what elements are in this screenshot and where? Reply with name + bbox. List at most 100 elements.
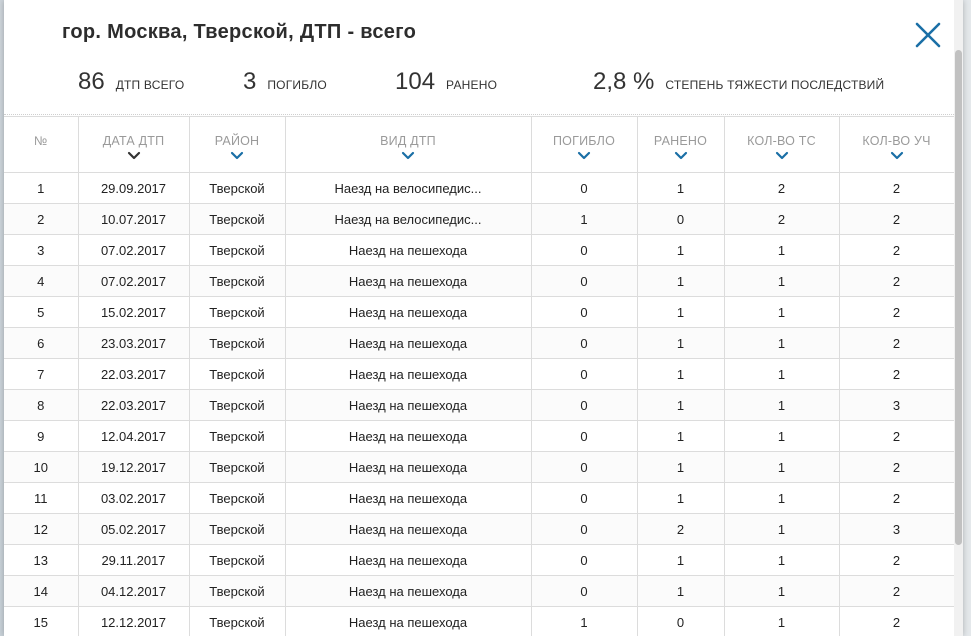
cell-injured: 1	[636, 451, 725, 483]
table-row[interactable]: 14 04.12.2017 Тверской Наезд на пешехода 0 1 1…	[4, 575, 954, 607]
cell-date: 12.12.2017	[77, 606, 190, 636]
table-row[interactable]: 6 23.03.2017 Тверской Наезд на пешехода 0 1 1 2	[4, 327, 954, 359]
column-header-number: №	[4, 116, 79, 173]
cell-vehicles: 1	[723, 544, 840, 576]
table-row[interactable]: 11 03.02.2017 Тверской Наезд на пешехода 0 1 1…	[4, 482, 954, 514]
cell-vehicles: 1	[723, 513, 840, 545]
cell-killed: 0	[530, 513, 638, 545]
table-row[interactable]: 13 29.11.2017 Тверской Наезд на пешехода 0 1 1…	[4, 544, 954, 576]
column-header-killed[interactable]: ПОГИБЛО	[530, 116, 638, 173]
column-header-label: РАЙОН	[214, 134, 260, 148]
cell-type: Наезд на пешехода	[284, 327, 532, 359]
divider	[4, 114, 954, 115]
cell-killed: 0	[530, 172, 638, 204]
cell-type: Наезд на пешехода	[284, 420, 532, 452]
column-header-label: ДАТА ДТП	[102, 134, 165, 148]
cell-district: Тверской	[188, 451, 286, 483]
cell-date: 10.07.2017	[77, 203, 190, 235]
cell-injured: 1	[636, 358, 725, 390]
cell-date: 29.09.2017	[77, 172, 190, 204]
cell-type: Наезд на пешехода	[284, 358, 532, 390]
cell-type: Наезд на пешехода	[284, 575, 532, 607]
cell-date: 07.02.2017	[77, 265, 190, 297]
chevron-down-icon[interactable]	[577, 151, 591, 160]
cell-date: 05.02.2017	[77, 513, 190, 545]
cell-injured: 1	[636, 234, 725, 266]
cell-participants: 2	[838, 234, 954, 266]
accidents-table: № ДАТА ДТП РАЙОН ВИД ДТП ПОГИБЛО РАНЕНО …	[4, 116, 954, 636]
cell-injured: 0	[636, 203, 725, 235]
column-header-injured[interactable]: РАНЕНО	[636, 116, 725, 173]
cell-vehicles: 1	[723, 606, 840, 636]
table-row[interactable]: 12 05.02.2017 Тверской Наезд на пешехода 0 2 1…	[4, 513, 954, 545]
cell-injured: 1	[636, 296, 725, 328]
column-header-district[interactable]: РАЙОН	[188, 116, 286, 173]
cell-killed: 0	[530, 389, 638, 421]
table-row[interactable]: 10 19.12.2017 Тверской Наезд на пешехода 0 1 1…	[4, 451, 954, 483]
chevron-down-icon[interactable]	[401, 151, 415, 160]
table-row[interactable]: 4 07.02.2017 Тверской Наезд на пешехода 0 1 1 2	[4, 265, 954, 297]
cell-killed: 0	[530, 234, 638, 266]
cell-vehicles: 1	[723, 389, 840, 421]
cell-vehicles: 2	[723, 203, 840, 235]
chevron-down-dark-icon[interactable]	[127, 151, 141, 160]
scrollbar-thumb[interactable]	[955, 50, 962, 545]
cell-participants: 2	[838, 203, 954, 235]
cell-number: 13	[4, 544, 79, 576]
cell-district: Тверской	[188, 327, 286, 359]
cell-injured: 2	[636, 513, 725, 545]
cell-participants: 2	[838, 420, 954, 452]
cell-number: 12	[4, 513, 79, 545]
column-header-date[interactable]: ДАТА ДТП	[77, 116, 190, 173]
cell-date: 07.02.2017	[77, 234, 190, 266]
column-header-vehicles[interactable]: КОЛ-ВО ТС	[723, 116, 840, 173]
table-row[interactable]: 5 15.02.2017 Тверской Наезд на пешехода 0 1 1 2	[4, 296, 954, 328]
table-row[interactable]: 2 10.07.2017 Тверской Наезд на велосипедис.…	[4, 203, 954, 235]
table-row[interactable]: 3 07.02.2017 Тверской Наезд на пешехода 0 1 1 2	[4, 234, 954, 266]
stat-value: 2,8 %	[593, 68, 655, 95]
cell-date: 19.12.2017	[77, 451, 190, 483]
close-x-icon	[915, 22, 941, 48]
cell-participants: 2	[838, 482, 954, 514]
column-header-label: КОЛ-ВО ТС	[747, 134, 816, 148]
table-row[interactable]: 1 29.09.2017 Тверской Наезд на велосипедис.…	[4, 172, 954, 204]
cell-killed: 0	[530, 575, 638, 607]
cell-type: Наезд на велосипедис...	[284, 203, 532, 235]
cell-number: 5	[4, 296, 79, 328]
chevron-down-icon[interactable]	[890, 151, 904, 160]
table-row[interactable]: 15 12.12.2017 Тверской Наезд на пешехода 1 0 1…	[4, 606, 954, 636]
chevron-down-icon[interactable]	[230, 151, 244, 160]
column-header-participants[interactable]: КОЛ-ВО УЧ	[838, 116, 954, 173]
cell-injured: 1	[636, 544, 725, 576]
chevron-down-icon[interactable]	[674, 151, 688, 160]
table-row[interactable]: 7 22.03.2017 Тверской Наезд на пешехода 0 1 1 2	[4, 358, 954, 390]
cell-type: Наезд на пешехода	[284, 513, 532, 545]
cell-date: 03.02.2017	[77, 482, 190, 514]
stat-label: ПОГИБЛО	[267, 78, 327, 92]
cell-number: 9	[4, 420, 79, 452]
cell-participants: 2	[838, 451, 954, 483]
cell-participants: 2	[838, 172, 954, 204]
stat-value: 86	[78, 68, 105, 95]
table-row[interactable]: 8 22.03.2017 Тверской Наезд на пешехода 0 1 1 3	[4, 389, 954, 421]
cell-type: Наезд на пешехода	[284, 296, 532, 328]
stat-label: СТЕПЕНЬ ТЯЖЕСТИ ПОСЛЕДСТВИЙ	[665, 78, 885, 92]
cell-type: Наезд на пешехода	[284, 389, 532, 421]
cell-injured: 0	[636, 606, 725, 636]
cell-district: Тверской	[188, 513, 286, 545]
cell-district: Тверской	[188, 575, 286, 607]
close-button[interactable]	[912, 19, 944, 51]
cell-injured: 1	[636, 482, 725, 514]
column-header-type[interactable]: ВИД ДТП	[284, 116, 532, 173]
modal-title: гор. Москва, Тверской, ДТП - всего	[62, 21, 417, 43]
cell-type: Наезд на пешехода	[284, 234, 532, 266]
cell-vehicles: 1	[723, 327, 840, 359]
cell-type: Наезд на пешехода	[284, 451, 532, 483]
chevron-down-icon[interactable]	[775, 151, 789, 160]
stat-value: 104	[395, 68, 436, 95]
cell-killed: 0	[530, 327, 638, 359]
accidents-table-container[interactable]: № ДАТА ДТП РАЙОН ВИД ДТП ПОГИБЛО РАНЕНО …	[4, 116, 954, 636]
cell-participants: 2	[838, 544, 954, 576]
stat-injured: 104 РАНЕНО	[395, 68, 497, 96]
table-row[interactable]: 9 12.04.2017 Тверской Наезд на пешехода 0 1 1 2	[4, 420, 954, 452]
